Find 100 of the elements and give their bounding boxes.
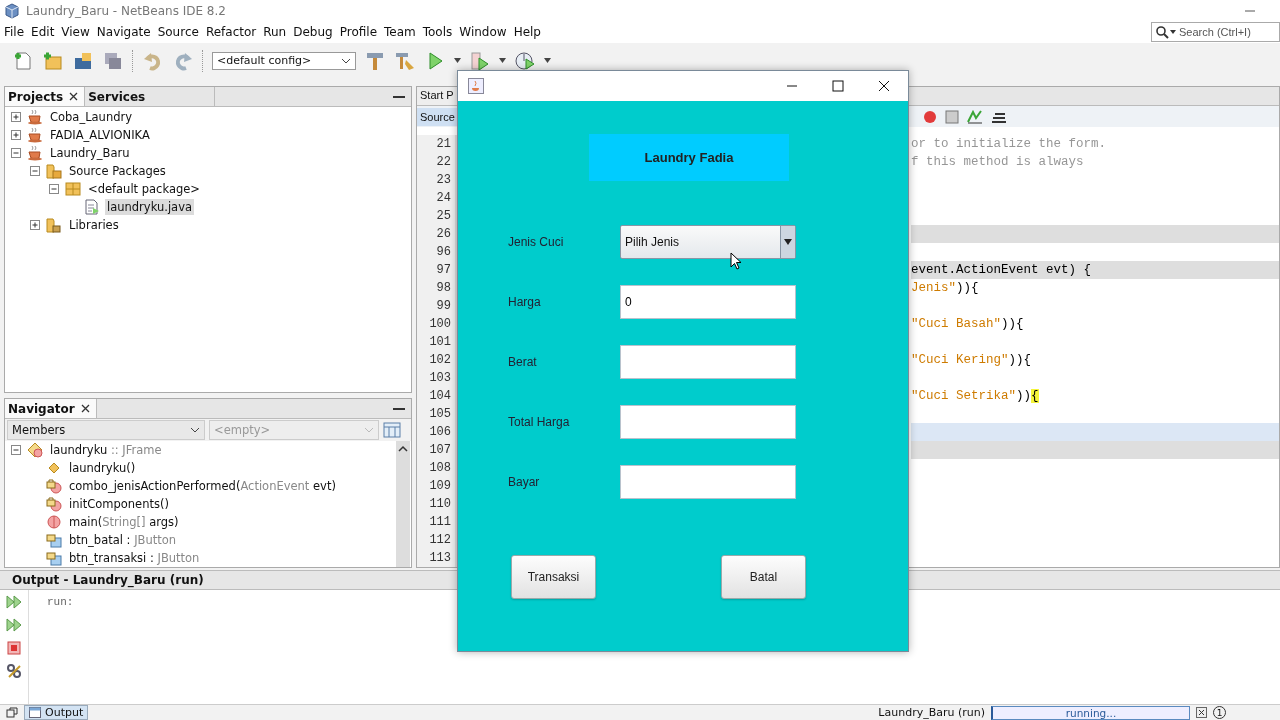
expand-icon[interactable] — [11, 111, 22, 123]
hierarchy-icon[interactable] — [383, 422, 401, 439]
members-dropdown[interactable]: Members — [7, 420, 205, 441]
folder-jar-icon — [46, 217, 62, 234]
expand-icon[interactable] — [11, 129, 22, 141]
output-line: run: — [47, 596, 74, 609]
view-tab[interactable]: Source — [417, 107, 458, 126]
chevron-down-icon — [341, 56, 351, 65]
collapse-icon[interactable] — [11, 147, 22, 159]
type-dropdown[interactable]: Pilih Jenis — [620, 225, 796, 259]
new-file-icon[interactable] — [12, 49, 34, 72]
collapse-icon[interactable] — [30, 165, 41, 177]
comment-icon[interactable] — [967, 109, 983, 124]
maximize-icon[interactable] — [832, 80, 844, 92]
scrollbar[interactable] — [396, 441, 410, 568]
editor-tab[interactable]: Start P — [417, 87, 457, 105]
lock-field-icon — [46, 550, 62, 567]
input-field[interactable] — [620, 465, 796, 499]
settings-icon[interactable] — [6, 663, 22, 680]
input-field[interactable] — [620, 345, 796, 379]
caret-icon[interactable] — [544, 58, 551, 64]
rerun-icon[interactable] — [6, 617, 22, 634]
restore-icon[interactable] — [6, 707, 18, 719]
package-icon — [65, 181, 81, 198]
menu-item[interactable]: Profile — [339, 25, 382, 40]
tree-item[interactable]: laundryku() — [67, 460, 138, 477]
lock-field-icon — [46, 532, 62, 549]
tree-item[interactable]: Coba_Laundry — [48, 109, 135, 126]
tree-item[interactable]: Source Packages — [67, 163, 168, 180]
menu-item[interactable]: File — [4, 25, 30, 40]
close-icon[interactable] — [80, 404, 90, 414]
stop-icon[interactable] — [945, 109, 959, 124]
line-number: 110 — [428, 496, 451, 514]
cancel-icon[interactable] — [1196, 707, 1207, 719]
method-icon — [46, 514, 62, 531]
tree-item[interactable]: main(String[] args) — [67, 514, 181, 531]
line-number: 22 — [435, 154, 451, 172]
tree-item[interactable]: combo_jenisActionPerformed(ActionEvent evt) — [67, 478, 338, 495]
caret-icon[interactable] — [454, 58, 461, 64]
chevron-down-icon — [364, 426, 374, 435]
line-number: 105 — [428, 406, 451, 424]
line-number: 26 — [435, 226, 451, 244]
tree-item[interactable]: laundryku.java — [105, 199, 194, 216]
tree-item[interactable]: btn_transaksi : JButton — [67, 550, 202, 567]
panel-tab[interactable]: Services — [85, 87, 216, 107]
field-label: Harga — [508, 295, 542, 309]
debug-icon[interactable] — [469, 49, 491, 72]
menu-item[interactable]: Window — [459, 25, 512, 40]
tree-item[interactable]: <default package> — [86, 181, 202, 198]
field-label: Jenis Cuci — [508, 235, 565, 249]
line-number: 24 — [435, 190, 451, 208]
profile-icon[interactable] — [514, 49, 536, 72]
stop-icon[interactable] — [6, 640, 22, 657]
input-field[interactable]: 0 — [620, 285, 796, 319]
record-icon[interactable] — [923, 109, 937, 124]
menu-item[interactable]: Help — [513, 25, 546, 40]
line-number: 113 — [428, 550, 451, 568]
search-field[interactable]: Search (Ctrl+I) — [1151, 22, 1280, 43]
panel-tab[interactable]: Navigator — [5, 399, 97, 419]
line-number: 100 — [428, 316, 451, 334]
status-task: Laundry_Baru (run) — [878, 706, 985, 720]
expand-icon[interactable] — [30, 219, 41, 231]
rerun-icon[interactable] — [6, 594, 22, 611]
collapse-icon[interactable] — [11, 444, 22, 456]
menu-item[interactable]: Tools — [422, 25, 458, 40]
tree-item[interactable]: btn_batal : JButton — [67, 532, 179, 549]
tree-item[interactable]: FADIA_ALVIONIKA — [48, 127, 152, 144]
chevron-up-icon[interactable] — [398, 445, 408, 454]
line-number: 112 — [428, 532, 451, 550]
menu-item[interactable]: Debug — [293, 25, 338, 40]
lock-method-icon — [46, 496, 62, 513]
panel-tab[interactable]: Projects — [5, 87, 86, 107]
config-dropdown[interactable]: <default config> — [212, 51, 356, 70]
field-label: Bayar — [508, 475, 541, 489]
menu-item[interactable]: View — [61, 25, 95, 40]
caret-icon[interactable] — [499, 58, 506, 64]
close-icon[interactable] — [878, 80, 890, 92]
menu-item[interactable]: Team — [384, 25, 421, 40]
line-number: 97 — [435, 262, 451, 280]
tree-item[interactable]: initComponents() — [67, 496, 171, 513]
menu-item[interactable]: Refactor — [205, 25, 262, 40]
coffee-cup-icon — [27, 109, 43, 126]
action-button[interactable]: Batal — [721, 555, 806, 599]
tree-item[interactable]: laundryku :: JFrame — [48, 442, 164, 459]
collapse-icon[interactable] — [49, 183, 60, 195]
output-tab[interactable]: Output — [24, 705, 89, 720]
line-number: 107 — [428, 442, 451, 460]
menu-item[interactable]: Run — [263, 25, 292, 40]
field-label: Total Harga — [508, 415, 571, 429]
input-field[interactable] — [620, 405, 796, 439]
line-number: 104 — [428, 388, 451, 406]
progress-status: running... — [991, 705, 1190, 720]
menu-item[interactable]: Navigate — [96, 25, 156, 40]
action-button[interactable]: Transaksi — [511, 555, 596, 599]
menu-item[interactable]: Edit — [31, 25, 60, 40]
tree-item[interactable]: Laundry_Baru — [48, 145, 132, 162]
tree-item[interactable]: Libraries — [67, 217, 121, 234]
menu-item[interactable]: Source — [157, 25, 204, 40]
line-number: 21 — [435, 136, 451, 154]
close-icon[interactable] — [69, 92, 79, 102]
